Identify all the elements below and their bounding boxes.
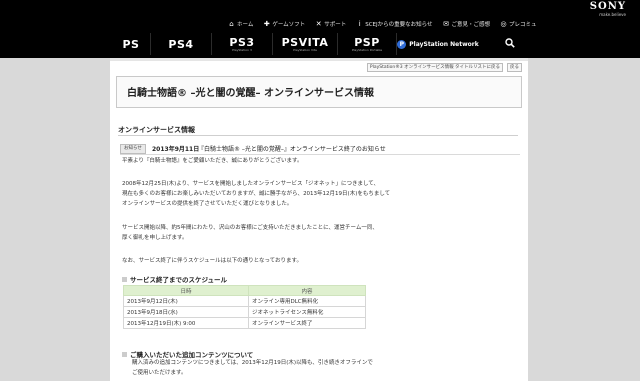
- breadcrumb-link[interactable]: PlayStation®3 オンラインサービス情報 タイトルリストに戻る: [366, 62, 503, 72]
- ps-logo-label: PS: [122, 37, 140, 51]
- nav-ps4[interactable]: PS4: [150, 33, 211, 55]
- nav-ps3-sub: PlayStation 3: [232, 47, 252, 52]
- util-label: プレコミュ: [509, 22, 537, 28]
- column-header: 日時: [123, 285, 249, 296]
- util-label: SCEJからの重要なお知らせ: [365, 22, 433, 28]
- nav-psp-sub: PlayStation Portable: [351, 47, 383, 52]
- main-content: PlayStation®3 オンラインサービス情報 タイトルリストに戻る 戻る …: [110, 58, 528, 381]
- table-row: 2013年9月12日(木) オンライン専用DLC無料化: [123, 295, 366, 307]
- platform-nav: PS PS4 PS3 PlayStation 3 PSVITA PlayStat…: [112, 33, 479, 55]
- news-paragraph: サービス開始以降、約5年間にわたり、沢山のお客様にご支持いただきましたことに、運…: [122, 225, 378, 231]
- tools-icon: ✕: [315, 19, 322, 28]
- globe-icon: ◎: [500, 19, 507, 28]
- nav-psvita-sub: PlayStation Vita: [293, 47, 317, 52]
- dlc-paragraph: 購入済みの追加コンテンツにつきましては、2013年12月19日(木)以降も、引き…: [132, 360, 373, 366]
- news-paragraph: 2008年12月25日(木)より、サービスを開始しましたオンラインサービス「ジオ…: [122, 181, 380, 187]
- news-paragraph: 厚く御礼を申し上げます。: [122, 235, 188, 241]
- util-item-feedback[interactable]: ✉ ご意見・ご感想: [443, 19, 491, 28]
- util-item-games[interactable]: ✚ ゲームソフト: [263, 20, 305, 28]
- table-row: 2013年12月19日(木) 9:00 オンラインサービス終了: [123, 317, 366, 329]
- dlc-heading-label: ご購入いただいた追加コンテンツについて: [130, 351, 254, 359]
- section-title: オンラインサービス情報: [118, 126, 195, 134]
- schedule-heading-label: サービス終了までのスケジュール: [130, 276, 228, 284]
- schedule-table: 日時 内容 2013年9月12日(木) オンライン専用DLC無料化 2013年9…: [123, 285, 366, 329]
- gamepad-icon: ✚: [263, 19, 270, 28]
- square-bullet-icon: [122, 276, 127, 282]
- home-icon: ⌂: [229, 19, 234, 28]
- util-label: ホーム: [237, 22, 254, 28]
- nav-psn[interactable]: P PlayStation Network: [396, 33, 479, 55]
- nav-psvita-label: PSVITA: [281, 35, 329, 49]
- news-date: 2013年9月11日: [152, 146, 200, 153]
- back-button[interactable]: 戻る: [507, 62, 522, 72]
- nav-psp[interactable]: PSP PlayStation Portable: [337, 33, 396, 55]
- util-label: ゲームソフト: [272, 22, 306, 28]
- nav-psn-label: PlayStation Network: [409, 40, 479, 48]
- nav-ps3-label: PS3: [229, 35, 255, 49]
- sony-logo[interactable]: SONY make.believe: [589, 1, 626, 18]
- nav-psp-label: PSP: [354, 35, 380, 49]
- breadcrumb: PlayStation®3 オンラインサービス情報 タイトルリストに戻る 戻る: [366, 62, 522, 72]
- search-icon[interactable]: [505, 38, 515, 48]
- news-title: 『白騎士物語® –光と闇の覚醒–』オンラインサービス終了のお知らせ: [198, 146, 386, 153]
- util-item-notices[interactable]: i SCEJからの重要なお知らせ: [356, 19, 433, 28]
- top-divider: [110, 58, 528, 61]
- brand-tagline: make.believe: [599, 12, 626, 17]
- psn-logo-icon: P: [397, 39, 407, 49]
- title-box: 白騎士物語® –光と闇の覚醒– オンラインサービス情報: [116, 76, 522, 108]
- nav-ps3[interactable]: PS3 PlayStation 3: [211, 33, 272, 55]
- util-item-home[interactable]: ⌂ ホーム: [228, 20, 253, 28]
- table-row: 2013年9月18日(水) ジオネットライセンス無料化: [123, 306, 366, 318]
- schedule-heading: サービス終了までのスケジュール: [122, 274, 227, 284]
- util-label: サポート: [324, 22, 347, 28]
- news-paragraph: 平素より『白騎士物語』をご愛顧いただき、誠にありがとうございます。: [122, 158, 303, 164]
- square-bullet-icon: [122, 351, 127, 357]
- mail-icon: ✉: [443, 19, 449, 28]
- page-title: 白騎士物語® –光と闇の覚醒– オンラインサービス情報: [127, 88, 374, 99]
- playstation-logo-icon[interactable]: PS: [112, 33, 150, 55]
- section-divider: [118, 135, 518, 136]
- table-cell: 2013年9月18日(水): [123, 306, 249, 318]
- util-item-support[interactable]: ✕ サポート: [315, 20, 346, 28]
- table-cell: 2013年12月19日(木) 9:00: [123, 317, 249, 329]
- news-badge: お知らせ: [120, 144, 146, 154]
- table-cell: 2013年9月12日(木): [123, 295, 249, 307]
- table-cell: オンライン専用DLC無料化: [248, 295, 366, 307]
- utility-nav: ⌂ ホーム ✚ ゲームソフト ✕ サポート i SCEJからの重要なお知らせ ✉…: [228, 19, 537, 29]
- util-item-community[interactable]: ◎ プレコミュ: [500, 19, 537, 28]
- table-header-row: 日時 内容: [123, 285, 366, 296]
- news-paragraph: なお、サービス終了に伴うスケジュールは以下の通りとなっております。: [122, 258, 302, 264]
- info-icon: i: [358, 19, 361, 28]
- nav-psvita[interactable]: PSVITA PlayStation Vita: [272, 33, 337, 55]
- column-header: 内容: [248, 285, 366, 296]
- util-label: ご意見・ご感想: [451, 22, 491, 28]
- dlc-heading: ご購入いただいた追加コンテンツについて: [122, 349, 253, 359]
- news-paragraph: オンラインサービスの提供を終了させていただく運びとなりました。: [122, 201, 293, 207]
- table-cell: オンラインサービス終了: [248, 317, 366, 329]
- brand-name: SONY: [589, 1, 626, 12]
- news-paragraph: 現在も多くのお客様にお楽しみいただいておりますが、誠に勝手ながら、2013年12…: [122, 191, 391, 197]
- table-cell: ジオネットライセンス無料化: [248, 306, 366, 318]
- global-header: SONY make.believe ⌂ ホーム ✚ ゲームソフト ✕ サポート …: [0, 0, 640, 58]
- nav-ps4-label: PS4: [168, 37, 194, 51]
- dlc-paragraph: ご使用いただけます。: [132, 370, 187, 376]
- news-header: お知らせ 2013年9月11日 『白騎士物語® –光と闇の覚醒–』オンラインサー…: [120, 144, 520, 155]
